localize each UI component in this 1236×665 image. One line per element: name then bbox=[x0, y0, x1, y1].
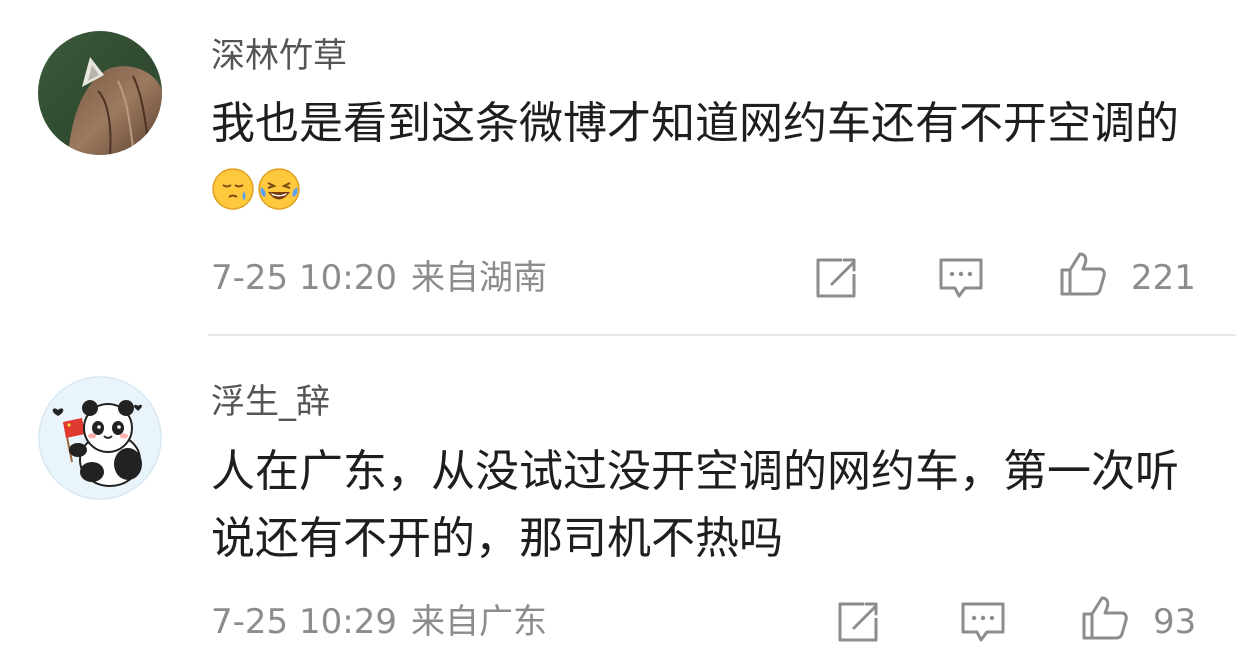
comment-item: 浮生_辞 人在广东，从没试过没开空调的网约车，第一次听说还有不开的，那司机不热吗… bbox=[0, 336, 1236, 665]
share-icon[interactable] bbox=[834, 598, 882, 646]
location: 来自广东 bbox=[410, 602, 547, 642]
comment-text: 我也是看到这条微博才知道网约车还有不开空调的 bbox=[211, 90, 1211, 224]
comment-meta: 7-25 10:29 来自广东 bbox=[211, 602, 561, 642]
timestamp: 7-25 10:20 bbox=[211, 258, 397, 298]
username[interactable]: 深林竹草 bbox=[211, 36, 347, 76]
avatar[interactable] bbox=[38, 31, 162, 155]
like-count: 221 bbox=[1131, 258, 1196, 298]
thumbs-up-icon[interactable] bbox=[1058, 250, 1106, 298]
timestamp: 7-25 10:29 bbox=[211, 602, 397, 642]
laugh-cry-emoji bbox=[258, 168, 300, 210]
thumbs-up-icon[interactable] bbox=[1080, 594, 1128, 642]
location: 来自湖南 bbox=[410, 258, 547, 298]
like-count: 93 bbox=[1153, 602, 1197, 642]
username[interactable]: 浮生_辞 bbox=[211, 382, 330, 422]
comment-item: 深林竹草 我也是看到这条微博才知道网约车还有不开空调的 7-25 10:20 来自… bbox=[0, 0, 1236, 334]
comment-text: 人在广东，从没试过没开空调的网约车，第一次听说还有不开的，那司机不热吗 bbox=[211, 446, 1179, 564]
share-icon[interactable] bbox=[812, 254, 860, 302]
comment-meta: 7-25 10:20 来自湖南 bbox=[211, 258, 561, 298]
sleepy-sweat-emoji bbox=[212, 168, 254, 210]
comment-icon[interactable] bbox=[937, 254, 985, 302]
comment-icon[interactable] bbox=[959, 598, 1007, 646]
comment-body: 我也是看到这条微博才知道网约车还有不开空调的 bbox=[211, 98, 1179, 149]
avatar[interactable] bbox=[38, 376, 162, 500]
